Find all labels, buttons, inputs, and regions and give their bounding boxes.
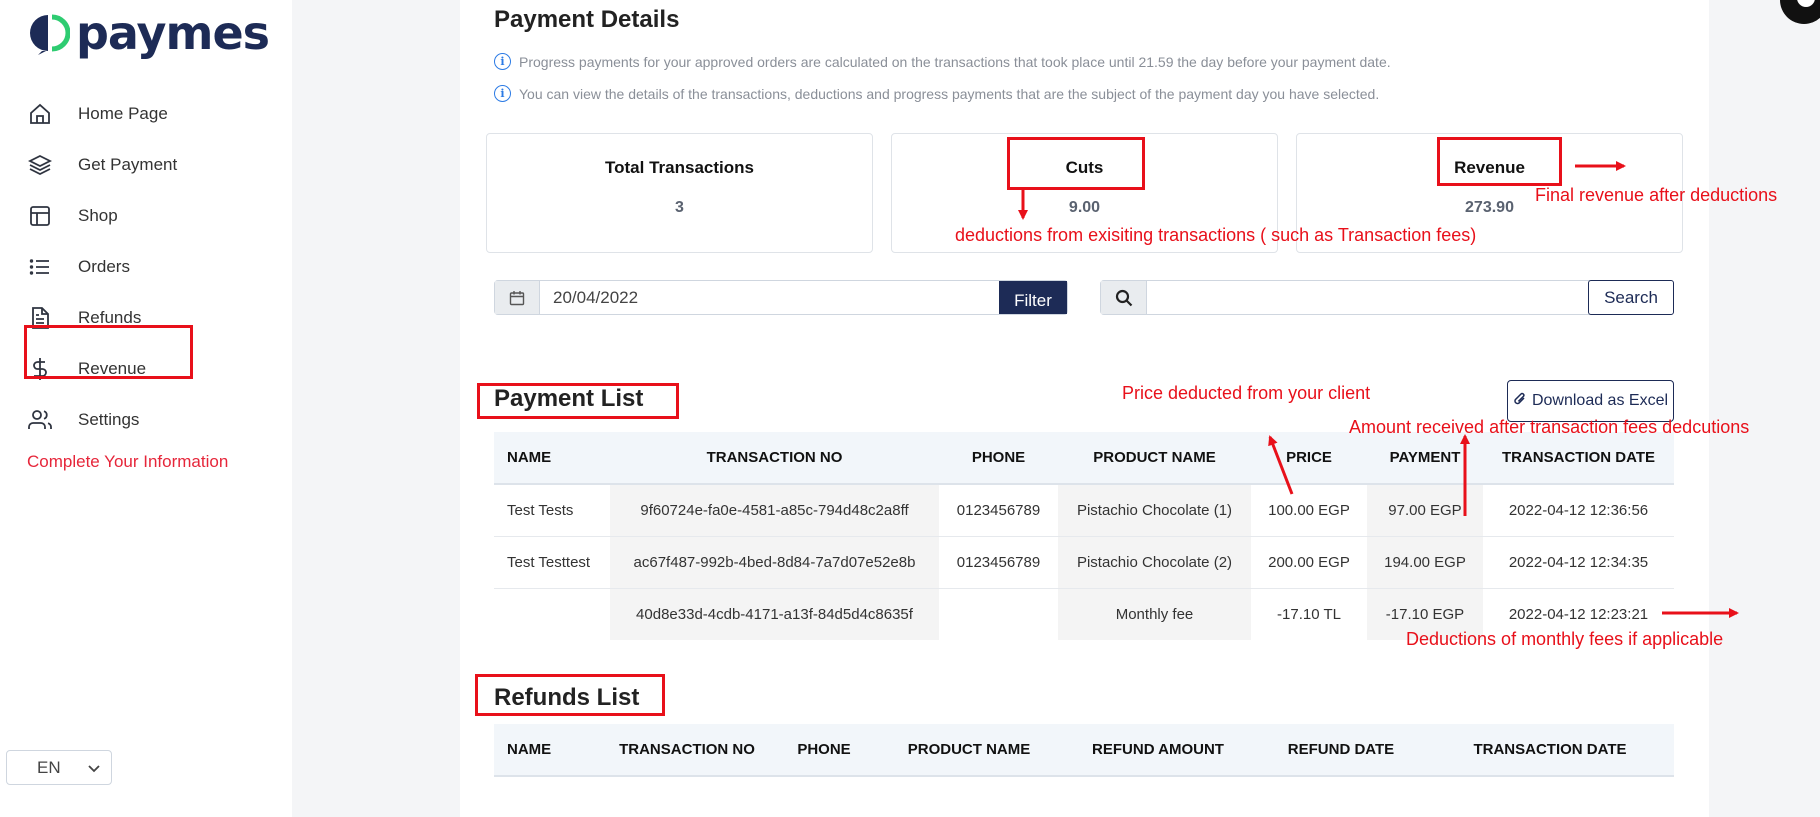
cell-name bbox=[494, 588, 610, 640]
paperclip-icon bbox=[1513, 391, 1527, 412]
complete-information-link[interactable]: Complete Your Information bbox=[27, 452, 228, 472]
cell-price: -17.10 TL bbox=[1277, 605, 1341, 623]
cell-payment: 97.00 EGP bbox=[1367, 484, 1483, 537]
column-header[interactable]: PRODUCT NAME bbox=[878, 724, 1060, 777]
table-row[interactable]: Test Tests 9f60724e-fa0e-4581-a85c-794d4… bbox=[494, 484, 1674, 537]
cell-product-name: Pistachio Chocolate (2) bbox=[1058, 536, 1251, 589]
list-icon bbox=[26, 253, 54, 281]
sidebar-item-label: Get Payment bbox=[78, 154, 178, 174]
cell-price: 100.00 EGP bbox=[1251, 484, 1367, 537]
column-header[interactable]: PHONE bbox=[770, 724, 878, 777]
cell-price: 200.00 EGP bbox=[1251, 536, 1367, 589]
annotation-box-revenue-nav bbox=[24, 325, 193, 379]
stat-value: 9.00 bbox=[1068, 199, 1101, 216]
annotation-final-revenue: Final revenue after deductions bbox=[1535, 185, 1778, 205]
search-bar: Search bbox=[1100, 280, 1674, 315]
column-header[interactable]: TRANSACTION DATE bbox=[1483, 432, 1674, 485]
home-icon bbox=[26, 100, 54, 128]
cell-name: Test Tests bbox=[494, 484, 610, 537]
info-note: i You can view the details of the transa… bbox=[494, 85, 1379, 102]
refunds-table: NAME TRANSACTION NO PHONE PRODUCT NAME R… bbox=[494, 724, 1674, 777]
sidebar-item-label: Settings bbox=[78, 409, 140, 429]
sidebar-item-get-payment[interactable]: Get Payment bbox=[26, 139, 266, 190]
annotation-price-deducted: Price deducted from your client bbox=[1122, 383, 1371, 403]
cell-name: Test Testtest bbox=[494, 536, 610, 589]
sidebar-item-home[interactable]: Home Page bbox=[26, 88, 266, 139]
column-header[interactable]: NAME bbox=[494, 724, 604, 777]
sidebar-item-shop[interactable]: Shop bbox=[26, 190, 266, 241]
column-header[interactable]: REFUND DATE bbox=[1256, 724, 1426, 777]
info-note: i Progress payments for your approved or… bbox=[494, 53, 1391, 70]
cell-product-name: Monthly fee bbox=[1058, 588, 1251, 640]
page-title: Payment Details bbox=[494, 6, 680, 33]
search-button[interactable]: Search bbox=[1588, 280, 1674, 315]
annotation-box-refunds-list bbox=[475, 674, 665, 716]
sidebar-item-orders[interactable]: Orders bbox=[26, 241, 266, 292]
paymes-logo[interactable]: paymes bbox=[26, 6, 270, 60]
info-icon: i bbox=[494, 53, 511, 70]
filter-button[interactable]: Filter bbox=[999, 281, 1067, 314]
annotation-box-payment-list bbox=[477, 383, 679, 419]
download-excel-label: Download as Excel bbox=[1531, 392, 1669, 409]
payment-table: NAME TRANSACTION NO PHONE PRODUCT NAME P… bbox=[494, 432, 1674, 640]
stat-value: 3 bbox=[675, 199, 684, 216]
annotation-monthly-fees: Deductions of monthly fees if applicable bbox=[1406, 629, 1724, 649]
sidebar-item-label: Orders bbox=[78, 256, 130, 276]
paymes-logo-text: paymes bbox=[76, 6, 270, 60]
column-header[interactable]: NAME bbox=[494, 432, 610, 485]
info-text: You can view the details of the transact… bbox=[519, 85, 1380, 102]
stat-total-transactions: Total Transactions 3 bbox=[486, 133, 873, 253]
sidebar-nav: Home Page Get Payment Shop Orders Refund… bbox=[26, 88, 266, 445]
table-header-row: NAME TRANSACTION NO PHONE PRODUCT NAME P… bbox=[494, 432, 1674, 485]
language-value: EN bbox=[37, 757, 61, 777]
annotation-box-revenue bbox=[1437, 137, 1562, 186]
column-header[interactable]: PRODUCT NAME bbox=[1058, 432, 1251, 485]
cell-transaction-date: 2022-04-12 12:34:35 bbox=[1483, 536, 1674, 589]
cell-phone: 0123456789 bbox=[939, 536, 1058, 589]
download-excel-button[interactable]: Download as Excel bbox=[1507, 380, 1674, 422]
layout-icon bbox=[26, 202, 54, 230]
user-avatar[interactable] bbox=[1776, 0, 1820, 26]
cell-transaction-no: ac67f487-992b-4bed-8d84-7a7d07e52e8b bbox=[610, 536, 939, 589]
table-row[interactable]: Test Testtest ac67f487-992b-4bed-8d84-7a… bbox=[494, 536, 1674, 589]
cell-transaction-date: 2022-04-12 12:36:56 bbox=[1483, 484, 1674, 537]
cell-product-name: Pistachio Chocolate (1) bbox=[1058, 484, 1251, 537]
info-text: Progress payments for your approved orde… bbox=[519, 53, 1391, 70]
cell-transaction-no: 9f60724e-fa0e-4581-a85c-794d48c2a8ff bbox=[610, 484, 939, 537]
date-filter: 20/04/2022 Filter bbox=[494, 280, 1068, 315]
cell-payment: 194.00 EGP bbox=[1367, 536, 1483, 589]
column-header[interactable]: TRANSACTION NO bbox=[610, 432, 939, 485]
cell-phone bbox=[939, 588, 1058, 640]
layers-icon bbox=[26, 151, 54, 179]
annotation-deductions: deductions from exisiting transactions (… bbox=[955, 225, 1477, 245]
annotation-amount-received: Amount received after transaction fees d… bbox=[1349, 417, 1750, 437]
column-header[interactable]: PRICE bbox=[1251, 432, 1367, 485]
column-header[interactable]: PAYMENT bbox=[1367, 432, 1483, 485]
chevron-down-icon bbox=[87, 760, 101, 780]
column-header[interactable]: PHONE bbox=[939, 432, 1058, 485]
sidebar-item-label: Home Page bbox=[78, 103, 168, 123]
language-select[interactable]: EN bbox=[6, 750, 112, 785]
date-input[interactable]: 20/04/2022 bbox=[540, 281, 999, 314]
users-icon bbox=[26, 406, 54, 434]
sidebar: paymes Home Page Get Payment Shop Orders bbox=[0, 0, 292, 817]
stat-label: Total Transactions bbox=[605, 158, 754, 177]
table-header-row: NAME TRANSACTION NO PHONE PRODUCT NAME R… bbox=[494, 724, 1674, 777]
cell-phone: 0123456789 bbox=[939, 484, 1058, 537]
info-icon: i bbox=[494, 85, 511, 102]
column-header[interactable]: TRANSACTION DATE bbox=[1426, 724, 1674, 777]
sidebar-item-label: Shop bbox=[78, 205, 118, 225]
cell-transaction-no: 40d8e33d-4cdb-4171-a13f-84d5d4c8635f bbox=[610, 588, 939, 640]
paymes-logo-icon bbox=[26, 11, 71, 55]
sidebar-item-settings[interactable]: Settings bbox=[26, 394, 266, 445]
search-input[interactable] bbox=[1147, 281, 1588, 314]
annotation-box-cuts bbox=[1007, 137, 1145, 190]
calendar-icon[interactable] bbox=[495, 281, 540, 314]
column-header[interactable]: REFUND AMOUNT bbox=[1060, 724, 1256, 777]
column-header[interactable]: TRANSACTION NO bbox=[604, 724, 770, 777]
search-icon bbox=[1101, 281, 1147, 314]
